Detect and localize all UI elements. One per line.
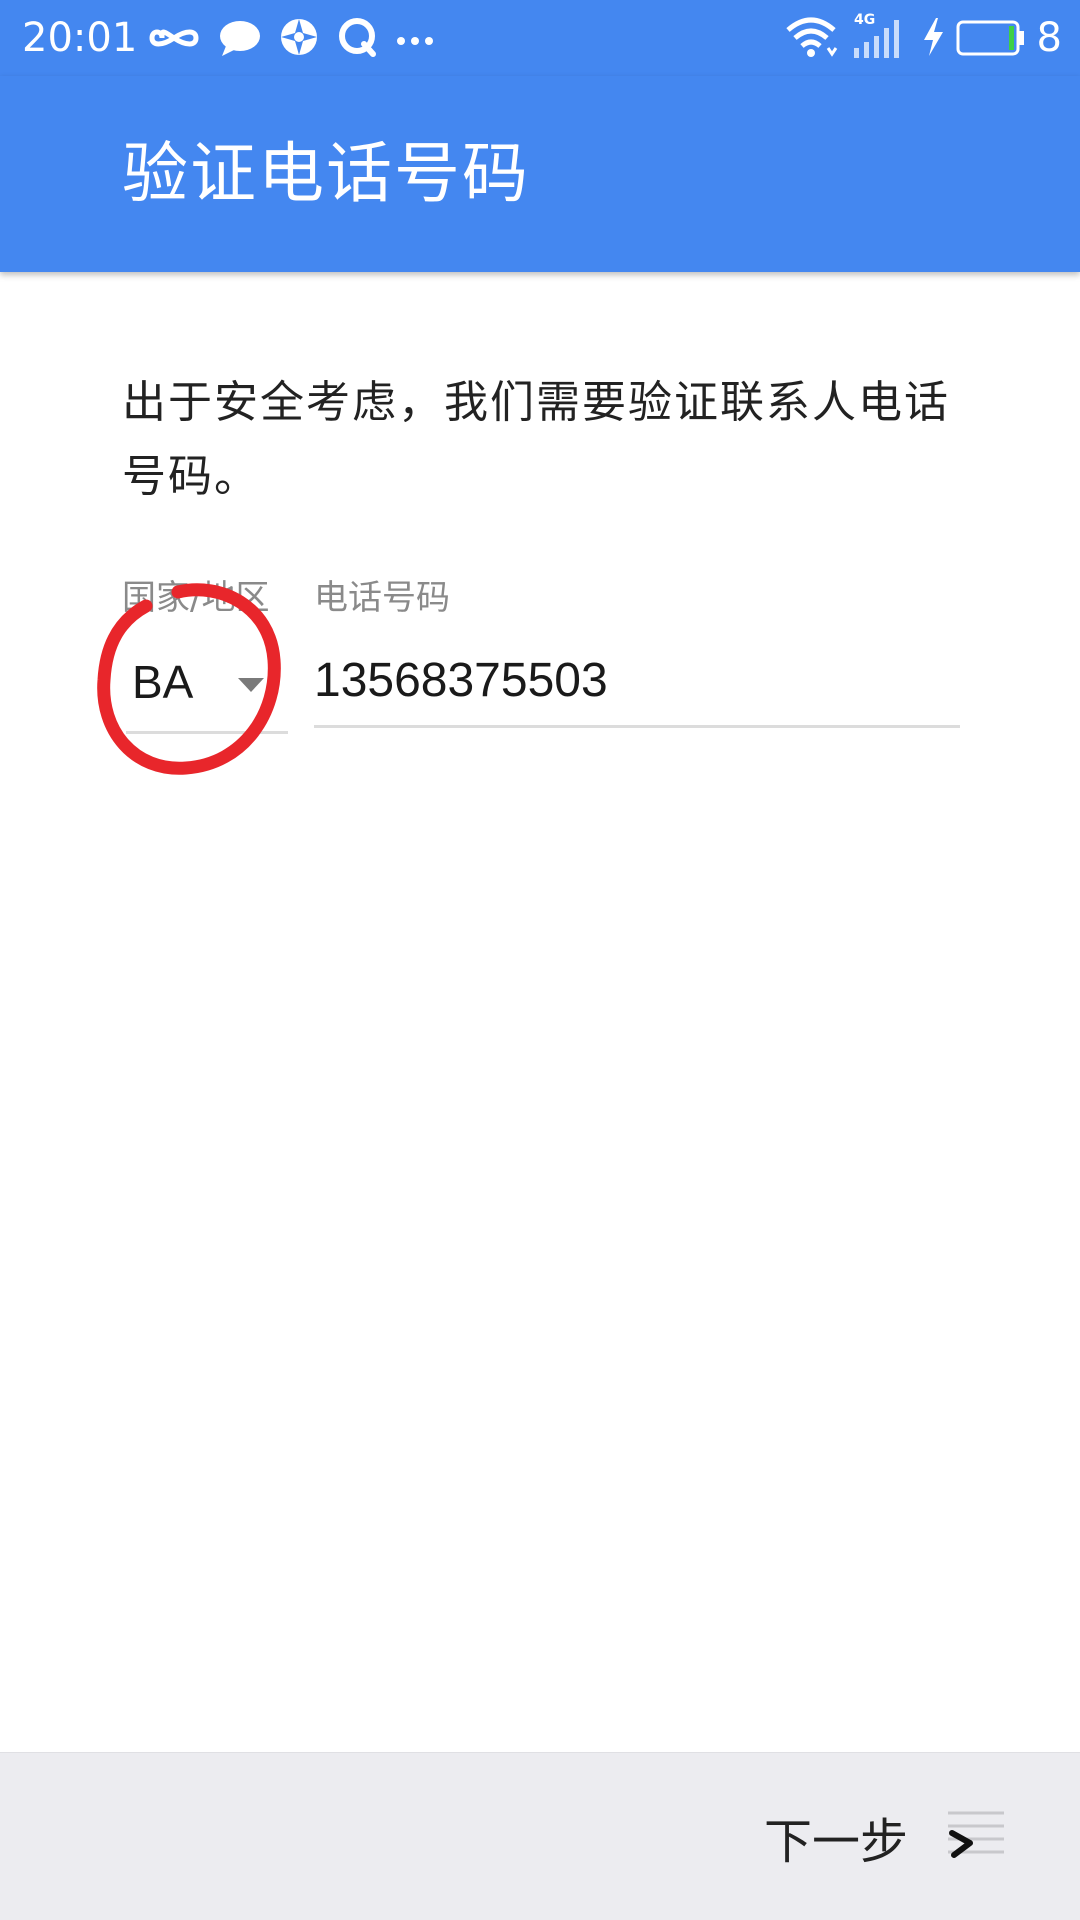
signal-icon: 4G (852, 12, 906, 64)
battery-level: 8 (1036, 15, 1062, 61)
page-title: 验证电话号码 (122, 135, 530, 212)
phone-label: 电话号码 (314, 578, 450, 618)
qq-icon (336, 16, 378, 62)
bottom-bar: 下一步 (0, 1752, 1080, 1920)
next-button[interactable]: 下一步 (764, 1797, 1010, 1877)
wifi-icon (784, 14, 838, 64)
country-label: 国家/地区 (122, 578, 270, 618)
network-type: 4G (854, 12, 876, 28)
description-text: 出于安全考虑，我们需要验证联系人电话号码。 (122, 377, 950, 502)
phone-number-input[interactable] (314, 636, 960, 728)
country-value: BA (132, 656, 194, 708)
charging-icon (920, 16, 946, 62)
app-bar: 验证电话号码 (0, 76, 1080, 272)
more-icon (396, 32, 434, 51)
country-selector[interactable]: BA (126, 636, 288, 734)
infinity-icon (148, 18, 200, 62)
screen: 20:01 4G 8 验证电话号码 出于安全考虑，我们需要验证联系人电话号码。 … (0, 0, 1080, 1920)
dropdown-arrow-icon (236, 674, 266, 694)
browser-icon (278, 16, 320, 62)
battery-icon (956, 20, 1026, 60)
next-arrow-icon (942, 1809, 1010, 1865)
next-label: 下一步 (763, 1814, 908, 1870)
chat-icon (218, 18, 262, 62)
status-time: 20:01 (22, 15, 138, 61)
status-bar: 20:01 4G 8 (0, 0, 1080, 76)
